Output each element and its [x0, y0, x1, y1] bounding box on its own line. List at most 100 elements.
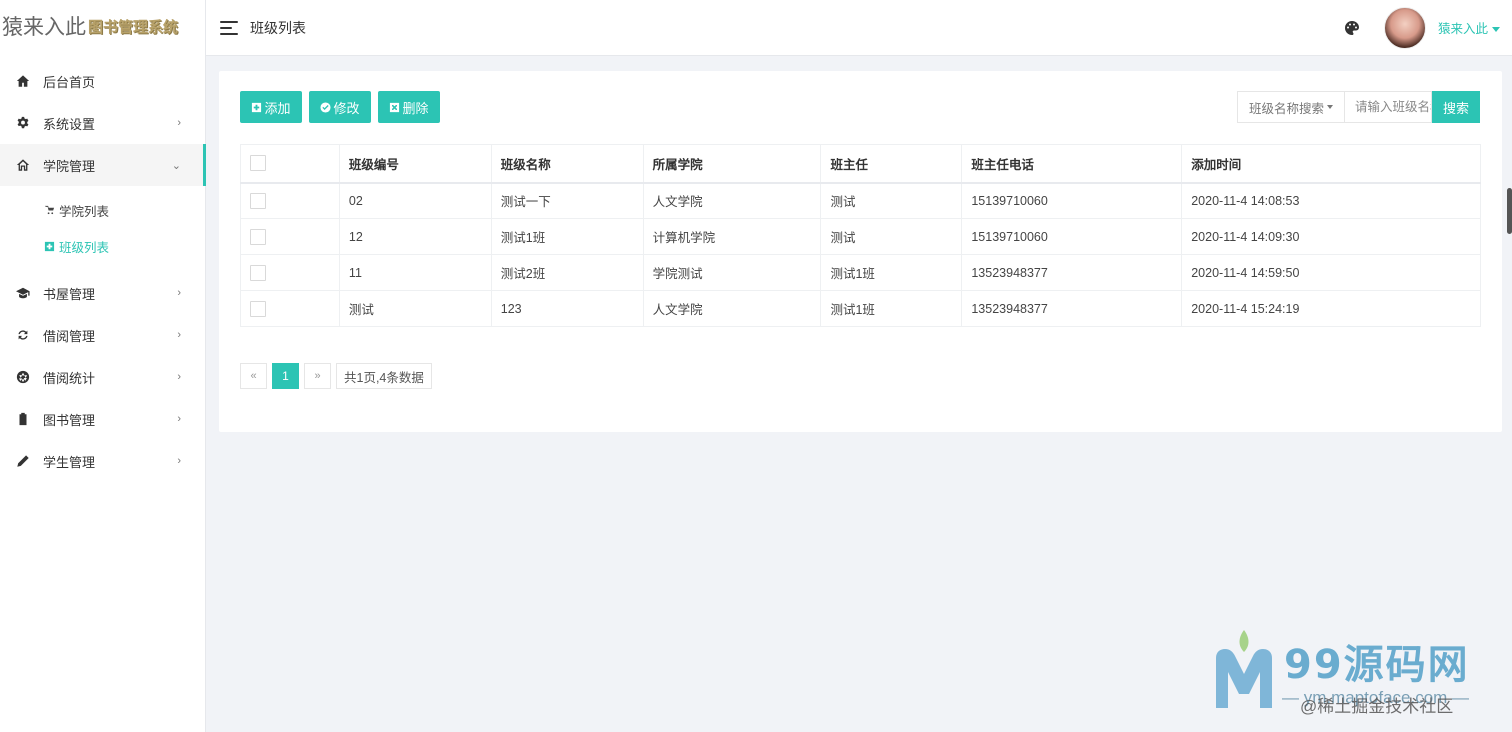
cell-class-id: 11 — [338, 254, 492, 291]
sidebar-subitem-college-list[interactable]: 学院列表 — [0, 192, 205, 228]
check-circle-icon — [320, 101, 332, 113]
sidebar-item-label: 借阅统计 — [43, 370, 96, 386]
cell-teacher: 测试1班 — [820, 254, 963, 291]
sidebar-item-borrow-statistics[interactable]: 借阅统计 › — [0, 356, 205, 398]
page-scrollbar-thumb[interactable] — [1507, 188, 1512, 234]
plus-square-icon — [251, 102, 262, 113]
home-icon — [16, 74, 30, 88]
pager-info: 共1页,4条数据 — [336, 363, 432, 389]
class-table: 班级编号 班级名称 所属学院 班主任 班主任电话 添加时间 02 测试一下 人文… — [240, 144, 1481, 327]
sidebar-item-student-management[interactable]: 学生管理 › — [0, 440, 205, 482]
logo-sub-text: 图书管理系统 — [88, 18, 179, 36]
sidebar-item-college-management[interactable]: 学院管理 ⌄ — [0, 144, 206, 186]
chevron-right-icon: › — [177, 117, 181, 129]
pager-next-button[interactable]: » — [304, 363, 331, 389]
cell-teacher-phone: 15139710060 — [961, 182, 1183, 219]
cell-college: 人文学院 — [642, 182, 822, 219]
pager-prev-button[interactable]: « — [240, 363, 267, 389]
refresh-icon — [16, 328, 30, 342]
logo-main-text: 猿来入此 — [2, 15, 86, 39]
watermark-credit: @稀土掘金技术社区 — [1300, 697, 1454, 716]
row-checkbox-cell — [240, 254, 340, 291]
top-header: 班级列表 猿来入此 — [206, 0, 1512, 56]
chevron-right-icon: › — [177, 413, 181, 425]
chevron-right-icon: › — [177, 287, 181, 299]
chevron-down-icon: ⌄ — [171, 159, 181, 172]
search-input[interactable] — [1344, 91, 1432, 123]
chevron-right-icon: › — [177, 455, 181, 467]
cell-teacher: 测试1班 — [820, 290, 963, 327]
table-row[interactable]: 11 测试2班 学院测试 测试1班 13523948377 2020-11-4 … — [240, 254, 1481, 291]
column-header[interactable]: 所属学院 — [642, 144, 822, 183]
sidebar-item-book-management[interactable]: 图书管理 › — [0, 398, 205, 440]
watermark-logo-icon — [1216, 630, 1272, 708]
column-header[interactable]: 班级名称 — [490, 144, 644, 183]
avatar[interactable] — [1383, 6, 1426, 49]
palette-icon[interactable] — [1344, 20, 1360, 36]
sidebar-subitem-label: 学院列表 — [59, 204, 110, 219]
cell-college: 人文学院 — [642, 290, 822, 327]
column-header[interactable]: 添加时间 — [1181, 144, 1481, 183]
sidebar-subitem-label: 班级列表 — [59, 240, 110, 255]
sidebar-item-home[interactable]: 后台首页 — [0, 60, 205, 102]
sidebar-item-label: 学院管理 — [43, 158, 96, 174]
sidebar-item-label: 借阅管理 — [43, 328, 96, 344]
cell-teacher: 测试 — [820, 218, 963, 255]
logo[interactable]: 猿来入此 图书管理系统 — [0, 0, 205, 52]
add-button[interactable]: 添加 — [240, 91, 302, 123]
delete-square-icon — [389, 102, 400, 113]
column-header[interactable]: 班级编号 — [338, 144, 492, 183]
sidebar-item-label: 图书管理 — [43, 412, 96, 428]
sidebar-item-label: 后台首页 — [43, 74, 96, 90]
header-right: 猿来入此 — [1344, 6, 1512, 49]
search-field-select[interactable]: 班级名称搜索 — [1237, 91, 1344, 123]
search-button[interactable]: 搜索 — [1432, 91, 1480, 123]
search-group: 班级名称搜索 搜索 — [1237, 91, 1480, 123]
plus-square-icon — [44, 241, 55, 252]
menu-toggle-icon[interactable] — [220, 20, 238, 35]
pager-page-1[interactable]: 1 — [272, 363, 299, 389]
table-row[interactable]: 12 测试1班 计算机学院 测试 15139710060 2020-11-4 1… — [240, 218, 1481, 255]
user-menu[interactable]: 猿来入此 — [1438, 18, 1500, 37]
column-header[interactable]: 班主任电话 — [961, 144, 1183, 183]
delete-button-label: 删除 — [402, 100, 429, 116]
sidebar: 猿来入此 图书管理系统 后台首页 系统设置 › 学院管理 ⌄ 学院列表 班级列表… — [0, 0, 206, 732]
edit-button[interactable]: 修改 — [309, 91, 371, 123]
select-all-checkbox[interactable] — [250, 155, 266, 172]
cell-class-id: 测试 — [338, 290, 492, 327]
cell-college: 学院测试 — [642, 254, 822, 291]
battery-icon — [16, 412, 30, 426]
table-row[interactable]: 02 测试一下 人文学院 测试 15139710060 2020-11-4 14… — [240, 182, 1481, 219]
graduation-cap-icon — [16, 286, 30, 300]
sidebar-item-label: 书屋管理 — [43, 286, 96, 302]
delete-button[interactable]: 删除 — [378, 91, 440, 123]
row-checkbox-cell — [240, 290, 340, 327]
cell-class-name: 测试1班 — [490, 218, 644, 255]
cell-class-id: 12 — [338, 218, 492, 255]
caret-down-icon — [1492, 27, 1500, 33]
cell-teacher-phone: 13523948377 — [961, 254, 1183, 291]
cell-added-time: 2020-11-4 15:24:19 — [1181, 290, 1481, 327]
row-checkbox[interactable] — [250, 300, 266, 317]
content-panel: 添加 修改 删除 班级名称搜索 搜索 班级编号 班级名称 所属学院 班主任 班主… — [219, 71, 1502, 432]
house-outline-icon — [16, 158, 30, 172]
header-checkbox-cell — [240, 144, 340, 183]
aperture-icon — [16, 370, 30, 384]
search-field-label: 班级名称搜索 — [1248, 101, 1324, 116]
cell-class-name: 123 — [490, 290, 644, 327]
sidebar-item-system-settings[interactable]: 系统设置 › — [0, 102, 205, 144]
sidebar-item-bookhouse-management[interactable]: 书屋管理 › — [0, 272, 205, 314]
sidebar-subitem-class-list[interactable]: 班级列表 — [0, 228, 205, 264]
sidebar-item-borrow-management[interactable]: 借阅管理 › — [0, 314, 205, 356]
watermark-brand: 99源码网 — [1284, 642, 1470, 688]
row-checkbox[interactable] — [250, 264, 266, 281]
watermark: 99源码网 — ym.maptoface.com — @稀土掘金技术社区 — [1212, 622, 1502, 727]
cell-teacher-phone: 15139710060 — [961, 218, 1183, 255]
row-checkbox[interactable] — [250, 192, 266, 209]
table-row[interactable]: 测试 123 人文学院 测试1班 13523948377 2020-11-4 1… — [240, 290, 1481, 327]
column-header[interactable]: 班主任 — [820, 144, 963, 183]
row-checkbox[interactable] — [250, 228, 266, 245]
stroller-icon — [44, 205, 55, 216]
caret-down-icon — [1327, 105, 1333, 109]
row-checkbox-cell — [240, 218, 340, 255]
